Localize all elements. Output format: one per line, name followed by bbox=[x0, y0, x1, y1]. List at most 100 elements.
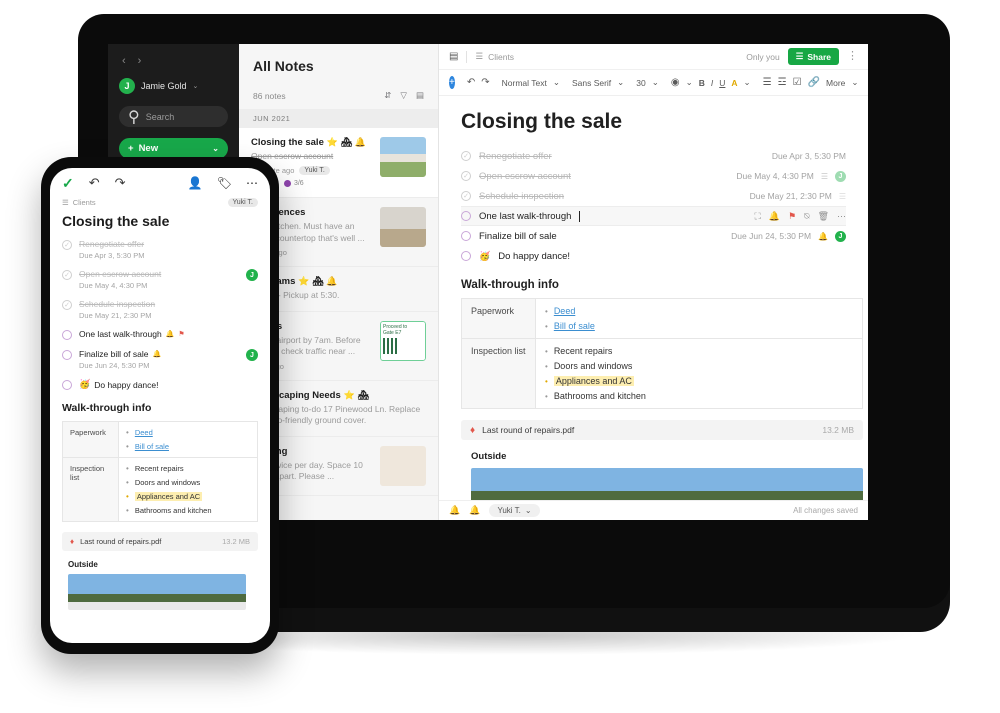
attachment-size: 13.2 MB bbox=[822, 425, 854, 435]
underline-button[interactable]: U bbox=[719, 78, 725, 88]
user-chip: Yuki T. bbox=[227, 198, 258, 207]
note-attached-icon: ☰ bbox=[838, 191, 846, 201]
table-link[interactable]: Deed bbox=[554, 306, 576, 316]
highlight-button[interactable]: A bbox=[731, 78, 737, 88]
checkbox-checked-icon[interactable]: ✓ bbox=[461, 171, 471, 181]
attachment-row[interactable]: ♦ Last round of repairs.pdf 13.2 MB bbox=[461, 420, 863, 440]
trash-icon[interactable]: 🗑 bbox=[818, 211, 829, 222]
bullet-list-icon[interactable]: ☰ bbox=[763, 77, 772, 88]
font-family-select[interactable]: Sans Serif bbox=[572, 78, 611, 88]
table-link[interactable]: Bill of sale bbox=[554, 321, 595, 331]
editor-statusbar: 🔔 🔔 Yuki T. ⌄ All changes saved bbox=[439, 500, 868, 520]
checkbox-icon[interactable] bbox=[62, 350, 72, 360]
calendar-add-icon[interactable]: ⛶ bbox=[755, 211, 761, 222]
chevron-down-icon[interactable]: ⌄ bbox=[553, 77, 560, 88]
sidebar-nav-arrows: ‹ › bbox=[122, 56, 228, 67]
chevron-down-icon[interactable]: ⌄ bbox=[652, 77, 659, 88]
done-check-icon[interactable]: ✓ bbox=[62, 175, 74, 192]
task-row[interactable]: ✓ Schedule inspection Due May 21, 2:30 P… bbox=[62, 299, 258, 320]
undo-icon[interactable]: ↶ bbox=[89, 175, 100, 191]
task-row[interactable]: Finalize bill of sale 🔔 Due Jun 24, 5:30… bbox=[62, 349, 258, 370]
redo-icon[interactable]: ↷ bbox=[115, 175, 126, 191]
bell-icon[interactable]: 🔔 bbox=[449, 505, 460, 516]
add-person-icon[interactable]: 👤 bbox=[188, 176, 203, 190]
more-options-icon[interactable]: ⋯ bbox=[837, 211, 846, 222]
task-label: Open escrow account bbox=[479, 170, 571, 182]
assign-person-icon[interactable]: ⍉ bbox=[804, 211, 809, 222]
notes-group-header: JUN 2021 bbox=[239, 109, 438, 128]
undo-icon[interactable]: ↶ bbox=[467, 77, 475, 88]
checkbox-icon[interactable] bbox=[461, 251, 471, 261]
outside-photo bbox=[471, 468, 863, 500]
assigned-user-chip[interactable]: Yuki T. ⌄ bbox=[489, 504, 540, 517]
table-link[interactable]: Deed bbox=[135, 428, 153, 437]
checkbox-checked-icon[interactable]: ✓ bbox=[62, 270, 72, 280]
italic-button[interactable]: I bbox=[711, 78, 713, 88]
search-input[interactable]: ⚲ Search bbox=[119, 106, 228, 127]
checkbox-checked-icon[interactable]: ✓ bbox=[62, 300, 72, 310]
new-button[interactable]: + New ⌄ bbox=[119, 138, 228, 159]
table-item: Recent repairs bbox=[553, 346, 613, 356]
task-row[interactable]: 🥳 Do happy dance! bbox=[62, 379, 258, 390]
task-row[interactable]: One last walk-through 🔔 ⚑ bbox=[62, 329, 258, 340]
breadcrumb[interactable]: ☰ Clients bbox=[475, 51, 514, 62]
filter-icon[interactable]: ▽ bbox=[400, 90, 407, 101]
bell-icon: 🔔 bbox=[165, 331, 175, 338]
numbered-list-icon[interactable]: ☲ bbox=[778, 77, 787, 88]
more-options-icon[interactable]: ⋯ bbox=[246, 176, 258, 190]
table-cell-value: • Deed • Bill of sale bbox=[118, 421, 258, 458]
task-row[interactable]: ✓ Open escrow account Due May 4, 4:30 PM… bbox=[461, 166, 846, 186]
bullet-icon: • bbox=[126, 442, 129, 451]
text-style-select[interactable]: Normal Text bbox=[502, 78, 547, 88]
checkbox-icon[interactable] bbox=[62, 330, 72, 340]
checkbox-icon[interactable] bbox=[461, 231, 471, 241]
redo-icon[interactable]: ↷ bbox=[481, 77, 489, 88]
section-heading: Walk-through info bbox=[62, 402, 152, 414]
task-row[interactable]: ✓ Open escrow account Due May 4, 4:30 PM… bbox=[62, 269, 258, 290]
layout-icon[interactable]: ▤ bbox=[416, 90, 424, 101]
sort-icon[interactable]: ⇵ bbox=[384, 90, 391, 101]
task-row[interactable]: ✓ Schedule inspection Due May 21, 2:30 P… bbox=[461, 186, 846, 206]
share-button[interactable]: ☰ Share bbox=[787, 48, 839, 65]
table-link[interactable]: Bill of sale bbox=[135, 442, 169, 451]
checkbox-checked-icon[interactable]: ✓ bbox=[461, 191, 471, 201]
chevron-down-icon[interactable]: ⌄ bbox=[744, 77, 751, 88]
attachment-row[interactable]: ♦ Last round of repairs.pdf 13.2 MB bbox=[62, 532, 258, 551]
chevron-down-icon[interactable]: ⌄ bbox=[686, 77, 693, 88]
table-cell-value: • Recent repairs • Doors and windows • A… bbox=[535, 338, 863, 409]
more-options-icon[interactable]: ⋮ bbox=[847, 51, 858, 62]
more-formatting-button[interactable]: More bbox=[826, 78, 845, 88]
insert-button[interactable]: + bbox=[449, 76, 455, 89]
plus-icon: + bbox=[128, 143, 134, 154]
task-row-active[interactable]: One last walk-through ⛶ 🔔 ⚑ ⍉ 🗑 ⋯ bbox=[461, 206, 846, 226]
checkbox-checked-icon[interactable]: ✓ bbox=[461, 151, 471, 161]
phone-breadcrumb[interactable]: ☰ Clients Yuki T. bbox=[50, 198, 270, 213]
flag-icon[interactable]: ⚑ bbox=[788, 211, 796, 222]
checkbox-checked-icon[interactable]: ✓ bbox=[62, 240, 72, 250]
text-color-icon[interactable]: ◉ bbox=[671, 77, 680, 88]
checkbox-icon[interactable] bbox=[62, 380, 72, 390]
qr-code-icon bbox=[383, 337, 399, 354]
note-emojis: ⭐ 🏘 🔔 bbox=[298, 276, 338, 287]
note-attached-icon: ☰ bbox=[820, 171, 828, 181]
chevron-down-icon[interactable]: ⌄ bbox=[617, 77, 624, 88]
nav-forward-icon[interactable]: › bbox=[138, 56, 142, 67]
checklist-icon[interactable]: ☑ bbox=[793, 77, 802, 88]
nav-back-icon[interactable]: ‹ bbox=[122, 56, 126, 67]
search-placeholder: Search bbox=[145, 111, 175, 122]
font-size-select[interactable]: 30 bbox=[636, 78, 645, 88]
task-row[interactable]: 🥳 Do happy dance! bbox=[461, 246, 846, 266]
task-row[interactable]: Finalize bill of sale Due Jun 24, 5:30 P… bbox=[461, 226, 846, 246]
table-item: Bathrooms and kitchen bbox=[134, 506, 212, 515]
task-row[interactable]: ✓ Renegotiate offer Due Apr 3, 5:30 PM bbox=[62, 239, 258, 260]
notebook-icon[interactable]: ▤ bbox=[449, 51, 458, 62]
link-icon[interactable]: 🔗 bbox=[808, 77, 820, 88]
bell-add-icon[interactable]: 🔔 bbox=[469, 505, 480, 516]
bold-button[interactable]: B bbox=[699, 78, 705, 88]
add-tag-icon[interactable]: 🏷 bbox=[217, 176, 232, 190]
account-switcher[interactable]: J Jamie Gold ⌄ bbox=[119, 78, 228, 94]
bell-icon[interactable]: 🔔 bbox=[769, 211, 780, 222]
checkbox-icon[interactable] bbox=[461, 211, 471, 221]
chevron-down-icon[interactable]: ⌄ bbox=[851, 77, 858, 88]
task-row[interactable]: ✓ Renegotiate offer Due Apr 3, 5:30 PM bbox=[461, 146, 846, 166]
